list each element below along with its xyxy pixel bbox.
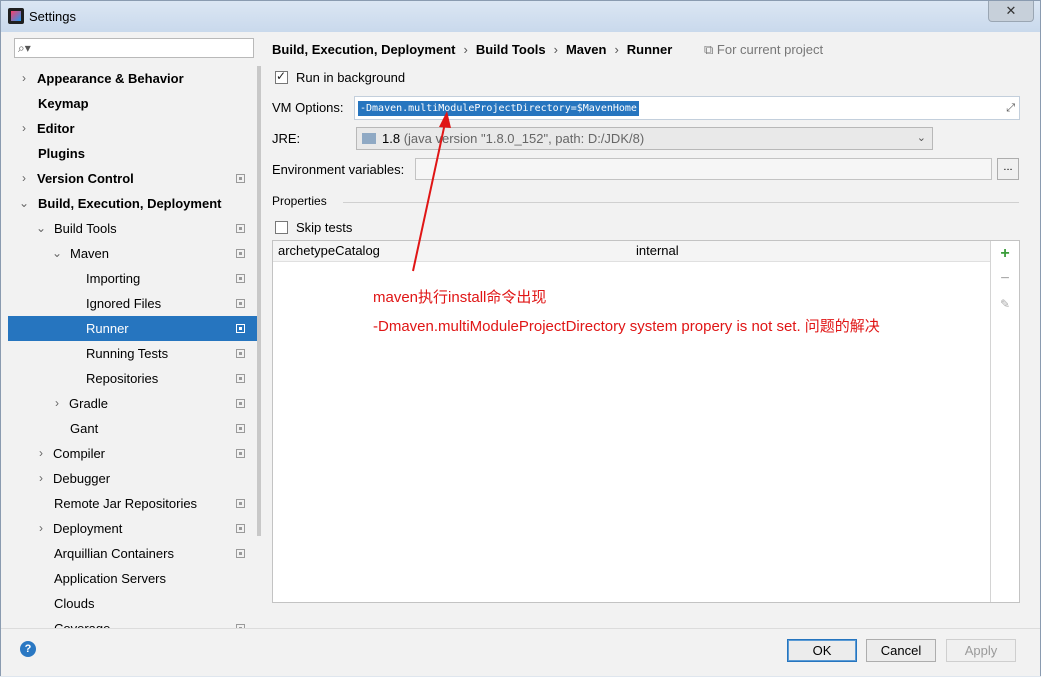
annotation-arrow — [412, 111, 451, 272]
ok-button[interactable]: OK — [787, 639, 857, 662]
settings-window: Settings ✕ ⌕▾ › Appearance & Behavior Key… — [0, 0, 1041, 676]
dialog-button-bar: ? OK Cancel Apply — [1, 628, 1040, 676]
cancel-button[interactable]: Cancel — [866, 639, 936, 662]
apply-button[interactable]: Apply — [946, 639, 1016, 662]
help-icon[interactable]: ? — [20, 641, 36, 657]
